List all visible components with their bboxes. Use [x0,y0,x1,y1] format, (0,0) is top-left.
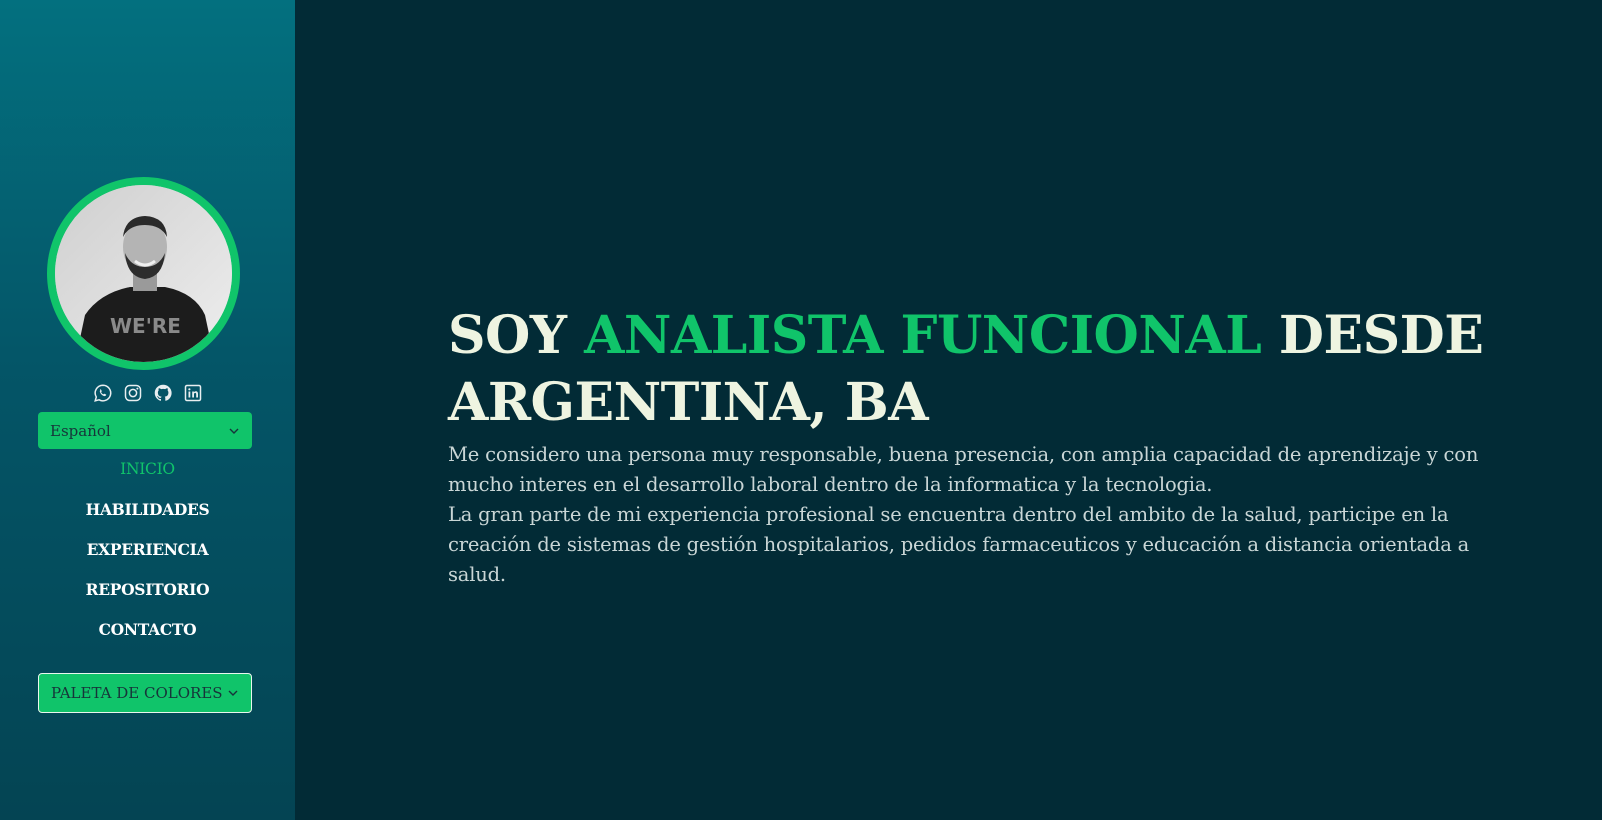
hero-section: SOY ANALISTA FUNCIONAL DESDE ARGENTINA, … [448,302,1528,590]
whatsapp-icon[interactable] [93,383,113,403]
bio-paragraph: La gran parte de mi experiencia profesio… [448,503,1470,586]
sidebar: WE'RE Español INICIO HABILIDADES EXPERIE… [0,0,295,820]
nav-item-habilidades[interactable]: HABILIDADES [0,496,295,536]
hero-title: SOY ANALISTA FUNCIONAL DESDE ARGENTINA, … [448,302,1528,436]
github-icon[interactable] [153,383,173,403]
avatar: WE'RE [47,177,240,370]
social-links [0,383,295,403]
bio-paragraph: Me considero una persona muy responsable… [448,443,1479,496]
chevron-down-icon [229,428,239,434]
nav-item-experiencia[interactable]: EXPERIENCIA [0,536,295,576]
color-palette-button[interactable]: PALETA DE COLORES [38,673,252,713]
svg-text:WE'RE: WE'RE [110,314,181,338]
chevron-down-icon [228,690,238,696]
profile-photo: WE'RE [55,185,232,362]
nav-item-contacto[interactable]: CONTACTO [0,616,295,656]
color-palette-label: PALETA DE COLORES [51,684,223,702]
language-select[interactable]: Español [38,412,252,449]
instagram-icon[interactable] [123,383,143,403]
hero-title-prefix: SOY [448,305,585,366]
language-select-value: Español [50,421,111,440]
main-nav: INICIO HABILIDADES EXPERIENCIA REPOSITOR… [0,456,295,656]
hero-title-accent: ANALISTA FUNCIONAL [584,305,1262,366]
hero-bio: Me considero una persona muy responsable… [448,440,1528,590]
linkedin-icon[interactable] [183,383,203,403]
nav-item-repositorio[interactable]: REPOSITORIO [0,576,295,616]
nav-item-inicio[interactable]: INICIO [0,456,295,496]
